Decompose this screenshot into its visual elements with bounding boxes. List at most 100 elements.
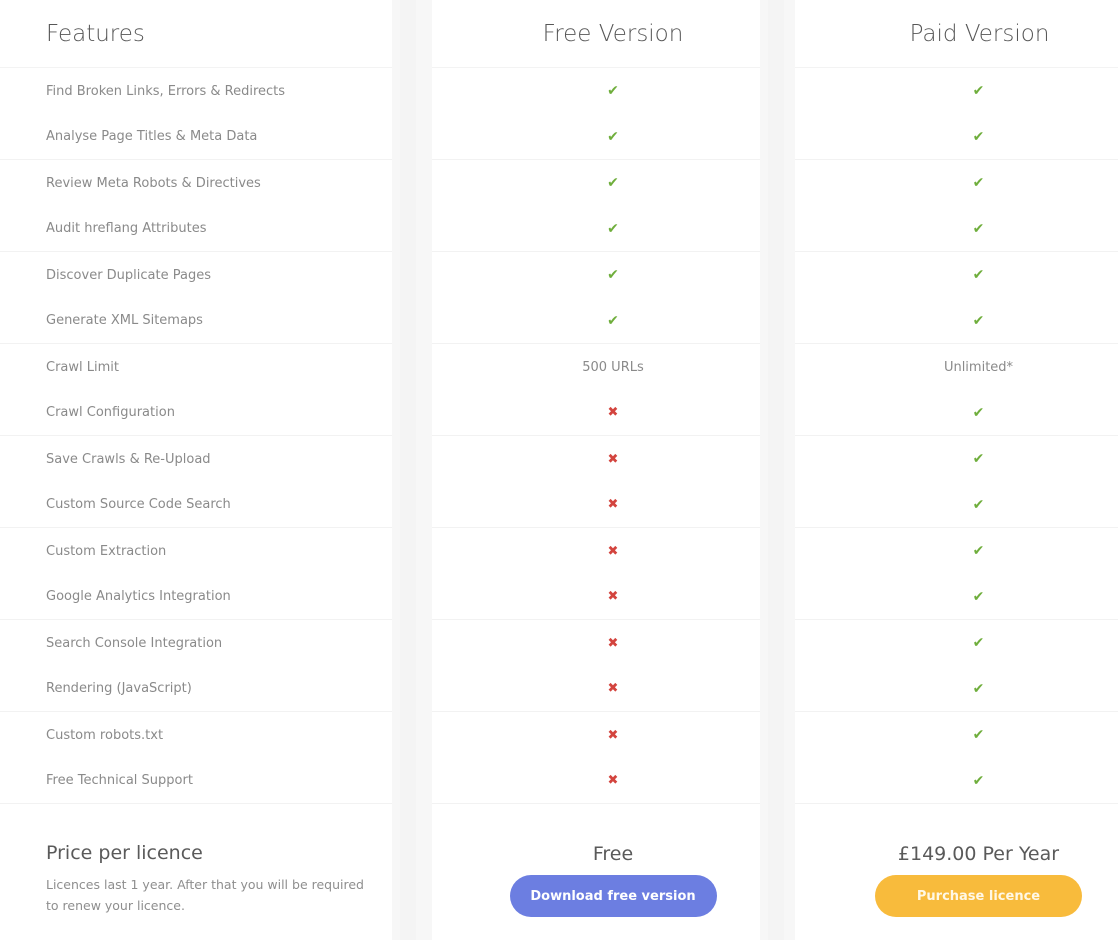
paid-feature-cell: ✔: [795, 160, 1118, 206]
feature-label: Custom Extraction: [46, 543, 167, 559]
paid-feature-cell: ✔: [795, 574, 1118, 620]
free-feature-cell: ✖: [432, 620, 760, 666]
pricing-info: Price per licence Licences last 1 year. …: [0, 804, 392, 940]
check-icon: ✔: [972, 635, 985, 651]
paid-feature-cell: ✔: [795, 252, 1118, 298]
feature-row: Search Console Integration: [0, 620, 392, 666]
free-feature-cell: ✔: [432, 68, 760, 114]
cross-icon: ✖: [607, 405, 619, 420]
features-column: Features Find Broken Links, Errors & Red…: [0, 0, 392, 940]
free-price: Free: [592, 843, 634, 865]
feature-row: Crawl Configuration: [0, 390, 392, 436]
check-icon: ✔: [607, 128, 619, 145]
feature-label: Search Console Integration: [46, 635, 223, 651]
free-feature-cell: ✔: [432, 298, 760, 344]
check-icon: ✔: [972, 312, 985, 329]
check-icon: ✔: [972, 543, 985, 559]
paid-version-column: Paid Version ✔ ✔ ✔ ✔ ✔ ✔ Unlimited* ✔ ✔ ✔ ✔ ✔ ✔ ✔ ✔ ✔ £…: [795, 0, 1118, 940]
paid-version-header: Paid Version: [795, 0, 1118, 68]
free-feature-value: 500 URLs: [582, 359, 644, 375]
check-icon: ✔: [972, 680, 985, 697]
free-feature-cell: ✖: [432, 436, 760, 482]
paid-price: £149.00 Per Year: [897, 843, 1060, 865]
feature-label: Review Meta Robots & Directives: [46, 175, 261, 191]
free-feature-cell: ✖: [432, 528, 760, 574]
free-version-header: Free Version: [432, 0, 760, 68]
check-icon: ✔: [607, 312, 619, 329]
free-feature-cell: ✔: [432, 252, 760, 298]
paid-feature-cell: ✔: [795, 436, 1118, 482]
paid-feature-value: Unlimited*: [943, 359, 1014, 375]
free-feature-cell: ✖: [432, 712, 760, 758]
feature-row: Discover Duplicate Pages: [0, 252, 392, 298]
feature-label: Crawl Configuration: [46, 405, 175, 420]
feature-list: Find Broken Links, Errors & Redirects Ana…: [0, 68, 392, 804]
purchase-licence-button[interactable]: Purchase licence: [875, 875, 1082, 917]
free-feature-cell: ✖: [432, 666, 760, 712]
paid-feature-cell: ✔: [795, 114, 1118, 160]
check-icon: ✔: [972, 267, 985, 283]
check-icon: ✔: [972, 83, 985, 99]
check-icon: ✔: [972, 727, 985, 743]
column-gutter: [392, 0, 432, 940]
free-feature-cell: ✖: [432, 390, 760, 436]
feature-row: Generate XML Sitemaps: [0, 298, 392, 344]
cross-icon: ✖: [607, 589, 619, 604]
check-icon: ✔: [607, 175, 619, 191]
feature-row: Audit hreflang Attributes: [0, 206, 392, 252]
paid-feature-cell: ✔: [795, 390, 1118, 436]
feature-row: Rendering (JavaScript): [0, 666, 392, 712]
feature-label: Free Technical Support: [46, 773, 193, 788]
free-feature-cell: 500 URLs: [432, 344, 760, 390]
feature-row: Find Broken Links, Errors & Redirects: [0, 68, 392, 114]
feature-row: Analyse Page Titles & Meta Data: [0, 114, 392, 160]
check-icon: ✔: [972, 451, 985, 467]
feature-row: Review Meta Robots & Directives: [0, 160, 392, 206]
cross-icon: ✖: [607, 497, 619, 512]
paid-feature-cell: ✔: [795, 712, 1118, 758]
free-feature-cell: ✖: [432, 574, 760, 620]
feature-label: Crawl Limit: [46, 359, 119, 375]
free-feature-cell: ✖: [432, 482, 760, 528]
check-icon: ✔: [972, 772, 985, 789]
feature-label: Rendering (JavaScript): [46, 681, 192, 696]
feature-row: Custom Extraction: [0, 528, 392, 574]
paid-feature-cell: Unlimited*: [795, 344, 1118, 390]
free-feature-cell: ✖: [432, 758, 760, 804]
paid-feature-cell: ✔: [795, 482, 1118, 528]
feature-row: Crawl Limit: [0, 344, 392, 390]
check-icon: ✔: [972, 588, 985, 605]
free-version-column: Free Version ✔ ✔ ✔ ✔ ✔ ✔ 500 URLs ✖ ✖ ✖ ✖ ✖ ✖ ✖ ✖ ✖ Fre…: [432, 0, 760, 940]
feature-row: Google Analytics Integration: [0, 574, 392, 620]
check-icon: ✔: [607, 267, 619, 283]
paid-pricing: £149.00 Per Year Purchase licence: [795, 804, 1118, 940]
feature-label: Generate XML Sitemaps: [46, 313, 203, 328]
cross-icon: ✖: [607, 727, 619, 743]
cross-icon: ✖: [607, 451, 619, 467]
cross-icon: ✖: [607, 635, 619, 651]
feature-label: Google Analytics Integration: [46, 589, 231, 604]
paid-feature-cell: ✔: [795, 206, 1118, 252]
paid-version-title: Paid Version: [909, 20, 1050, 47]
free-feature-list: ✔ ✔ ✔ ✔ ✔ ✔ 500 URLs ✖ ✖ ✖ ✖ ✖ ✖ ✖ ✖ ✖: [432, 68, 760, 804]
paid-feature-cell: ✔: [795, 758, 1118, 804]
download-free-version-button[interactable]: Download free version: [509, 875, 717, 917]
feature-row: Save Crawls & Re-Upload: [0, 436, 392, 482]
free-pricing: Free Download free version: [432, 804, 760, 940]
price-title: Price per licence: [46, 842, 203, 864]
feature-label: Audit hreflang Attributes: [46, 221, 207, 236]
price-description: Licences last 1 year. After that you wil…: [46, 877, 364, 913]
check-icon: ✔: [972, 128, 985, 145]
check-icon: ✔: [972, 175, 985, 191]
feature-label: Save Crawls & Re-Upload: [46, 451, 211, 467]
feature-row: Custom robots.txt: [0, 712, 392, 758]
feature-row: Custom Source Code Search: [0, 482, 392, 528]
features-title: Features: [46, 20, 145, 47]
check-icon: ✔: [972, 220, 985, 237]
check-icon: ✔: [607, 83, 619, 99]
check-icon: ✔: [972, 496, 985, 513]
paid-feature-cell: ✔: [795, 68, 1118, 114]
free-feature-cell: ✔: [432, 114, 760, 160]
feature-label: Find Broken Links, Errors & Redirects: [46, 83, 286, 99]
paid-feature-cell: ✔: [795, 666, 1118, 712]
